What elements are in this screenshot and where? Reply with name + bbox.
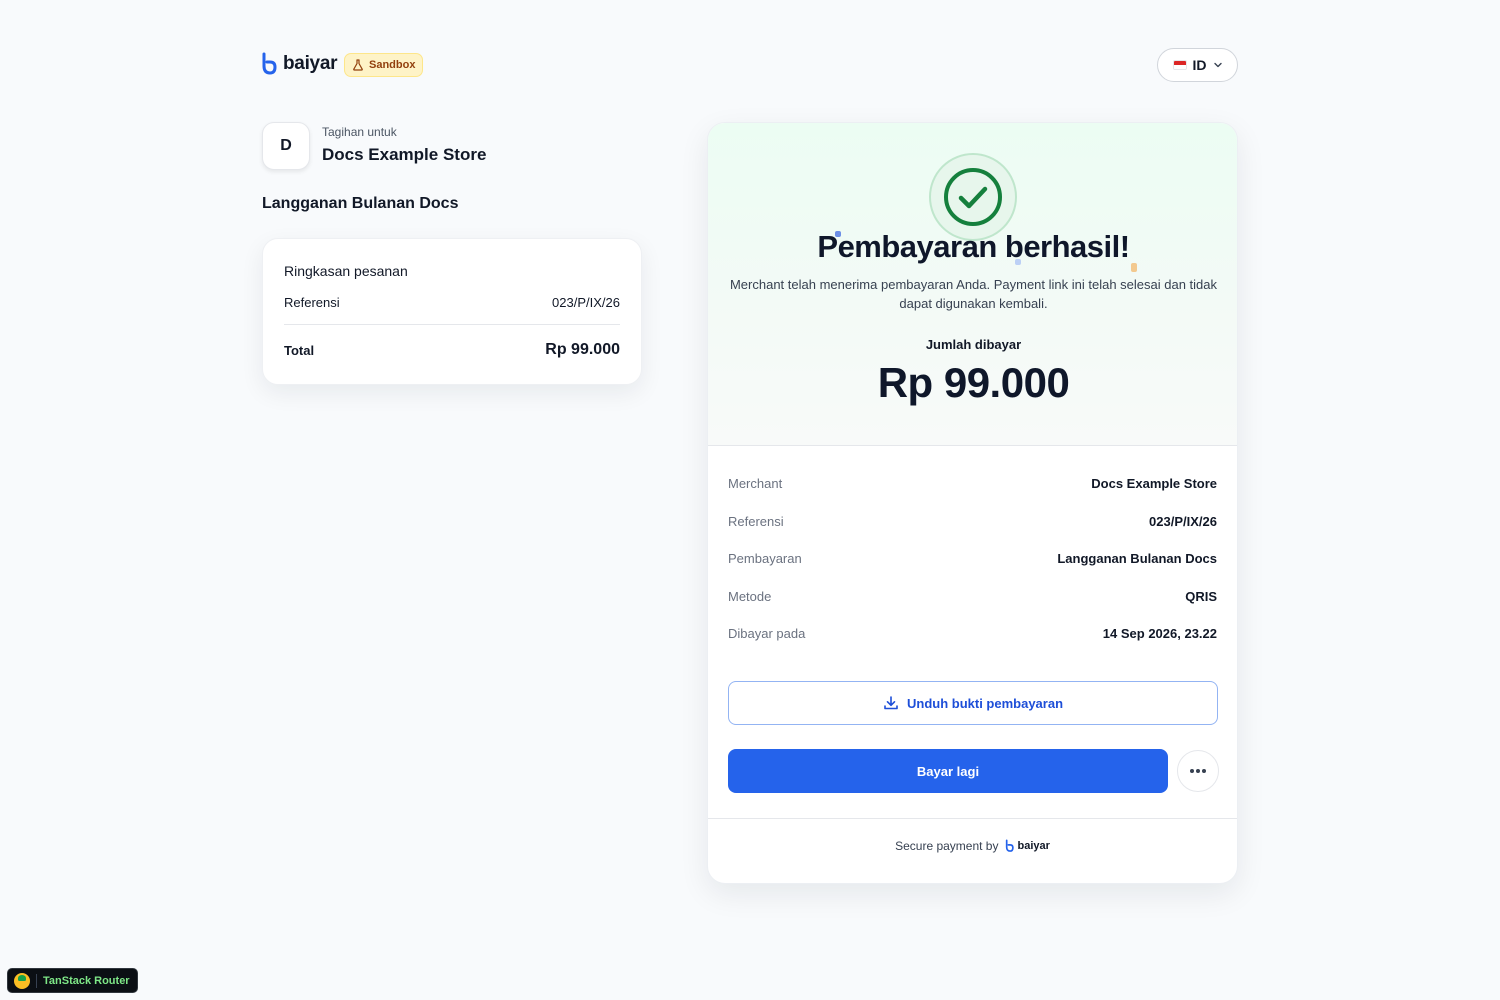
amount-paid-value: Rp 99.000 [877, 359, 1070, 406]
detail-value: Docs Example Store [1091, 476, 1217, 491]
more-options-button[interactable] [1177, 750, 1219, 792]
detail-label: Dibayar pada [728, 626, 806, 641]
detail-row-paid-at: Dibayar pada 14 Sep 2026, 23.22 [728, 626, 1217, 641]
detail-row-merchant: Merchant Docs Example Store [728, 476, 1217, 491]
check-circle-icon [944, 168, 1002, 226]
product-title: Langganan Bulanan Docs [262, 195, 459, 212]
secure-payment-footer: Secure payment by baiyar [708, 839, 1237, 853]
download-icon [884, 696, 898, 710]
summary-reference-value: 023/P/IX/26 [552, 295, 620, 310]
detail-label: Pembayaran [728, 551, 802, 566]
id-flag-icon [1172, 60, 1187, 70]
amount-paid-label: Jumlah dibayar [925, 337, 1022, 352]
payment-result-card: Pembayaran berhasil! Merchant telah mene… [707, 122, 1238, 884]
more-horizontal-icon [1190, 769, 1206, 773]
detail-label: Merchant [728, 476, 783, 491]
language-selector[interactable]: ID [1157, 48, 1238, 82]
detail-value: 023/P/IX/26 [1149, 514, 1217, 529]
detail-value: Langganan Bulanan Docs [1057, 551, 1217, 566]
pay-again-button[interactable]: Bayar lagi [728, 749, 1168, 793]
footer-brand-logo: baiyar [1005, 839, 1050, 853]
order-summary-card: Ringkasan pesanan Referensi 023/P/IX/26 … [262, 238, 642, 385]
detail-row-method: Metode QRIS [728, 589, 1217, 604]
baiyar-logo-icon [262, 52, 277, 75]
download-receipt-button[interactable]: Unduh bukti pembayaran [728, 681, 1218, 725]
summary-divider [284, 324, 620, 325]
summary-reference-row: Referensi 023/P/IX/26 [284, 295, 620, 310]
brand-logo[interactable]: baiyar [261, 52, 337, 76]
devtools-label: TanStack Router [43, 974, 130, 987]
footer-brand-name: baiyar [1017, 840, 1050, 852]
sandbox-badge: Sandbox [344, 53, 424, 77]
merchant-avatar: D [262, 122, 310, 170]
detail-row-reference: Referensi 023/P/IX/26 [728, 514, 1217, 529]
detail-label: Referensi [728, 514, 784, 529]
devtools-separator [36, 973, 37, 988]
success-title: Pembayaran berhasil! [817, 229, 1130, 264]
summary-total-label: Total [284, 342, 315, 358]
detail-row-payment: Pembayaran Langganan Bulanan Docs [728, 551, 1217, 566]
detail-value: QRIS [1185, 589, 1217, 604]
success-description: Merchant telah menerima pembayaran Anda.… [729, 277, 1218, 311]
merchant-name: Docs Example Store [322, 145, 487, 164]
secure-payment-label: Secure payment by [895, 839, 999, 853]
tanstack-devtools-toggle[interactable]: TanStack Router [7, 968, 138, 993]
language-label: ID [1192, 57, 1207, 73]
summary-reference-label: Referensi [284, 295, 340, 310]
flask-icon [353, 59, 363, 71]
sandbox-label: Sandbox [369, 59, 416, 71]
summary-total-row: Total Rp 99.000 [284, 341, 620, 359]
success-badge [929, 153, 1017, 241]
card-footer-divider [708, 818, 1237, 819]
download-receipt-label: Unduh bukti pembayaran [906, 695, 1064, 711]
baiyar-logo-icon [1006, 839, 1015, 852]
chevron-down-icon [1213, 62, 1222, 68]
tanstack-palm-icon [14, 972, 30, 989]
summary-title: Ringkasan pesanan [284, 263, 408, 279]
bill-for-label: Tagihan untuk [322, 125, 397, 139]
pay-again-label: Bayar lagi [916, 763, 980, 779]
detail-label: Metode [728, 589, 772, 604]
success-hero: Pembayaran berhasil! Merchant telah mene… [708, 123, 1237, 446]
brand-name: baiyar [283, 53, 338, 74]
summary-total-value: Rp 99.000 [545, 341, 620, 358]
detail-value: 14 Sep 2026, 23.22 [1102, 626, 1217, 641]
